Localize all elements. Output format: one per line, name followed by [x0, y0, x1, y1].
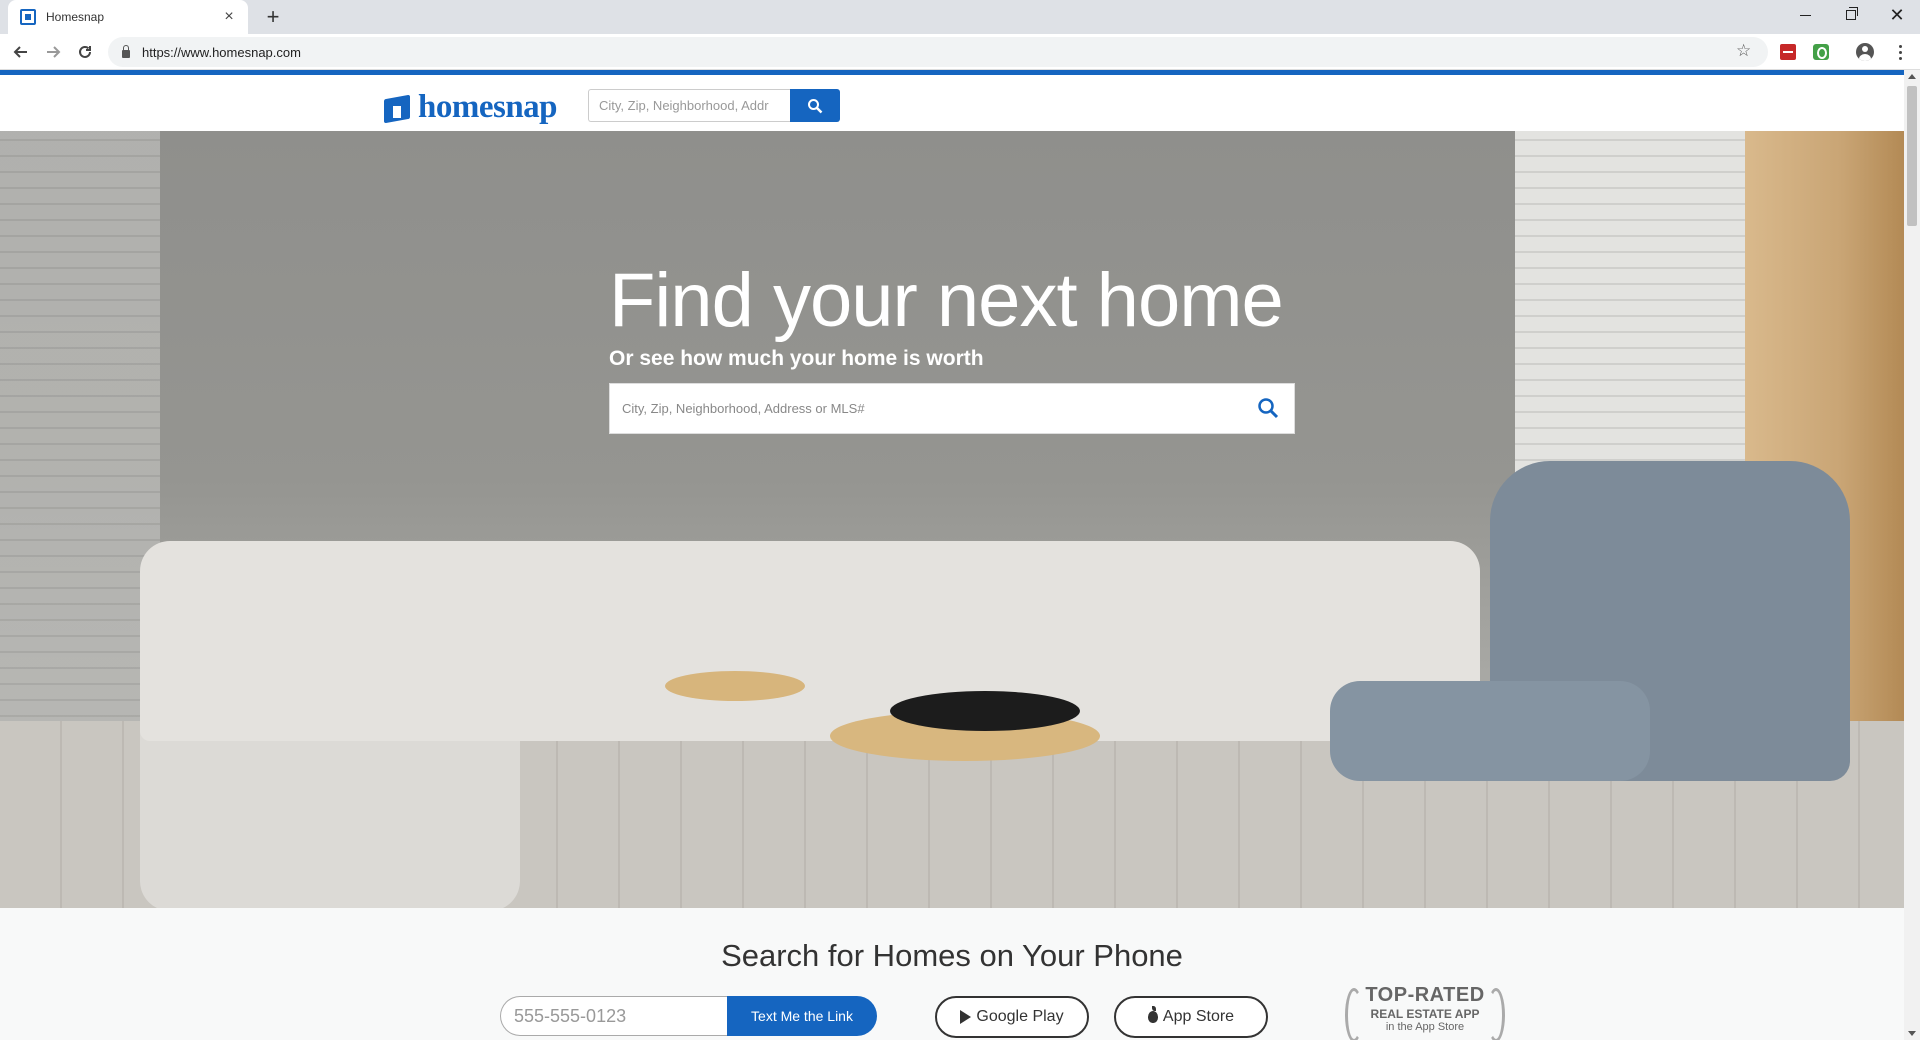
- hero-background: [890, 691, 1080, 731]
- window-minimize-button[interactable]: [1782, 0, 1828, 30]
- badge-line2: REAL ESTATE APP: [1370, 1007, 1480, 1021]
- laurel-icon: [1345, 988, 1363, 1040]
- page-scrollbar[interactable]: [1904, 70, 1920, 1040]
- profile-icon[interactable]: [1856, 43, 1874, 61]
- url-text: https://www.homesnap.com: [142, 44, 301, 60]
- hero-search: [609, 383, 1295, 434]
- hero-background: [665, 671, 805, 701]
- search-icon: [808, 98, 823, 113]
- reload-icon[interactable]: [72, 39, 98, 65]
- back-arrow-icon[interactable]: [8, 39, 34, 65]
- scroll-down-icon[interactable]: [1908, 1031, 1916, 1036]
- browser-toolbar: https://www.homesnap.com ☆: [0, 34, 1920, 70]
- window-close-button[interactable]: ✕: [1874, 0, 1920, 30]
- tab-close-icon[interactable]: ×: [220, 8, 238, 26]
- forward-arrow-icon[interactable]: [40, 39, 66, 65]
- app-section-title: Search for Homes on Your Phone: [721, 938, 1183, 973]
- lock-icon: [122, 44, 130, 58]
- header-search-input[interactable]: [588, 89, 790, 122]
- app-store-label: App Store: [1162, 1008, 1235, 1025]
- tab-strip: Homesnap × + ✕: [0, 0, 1920, 34]
- tab-title: Homesnap: [46, 10, 105, 24]
- menu-icon[interactable]: [1890, 40, 1910, 64]
- scroll-thumb[interactable]: [1907, 86, 1917, 226]
- header-search: [588, 89, 840, 122]
- google-play-label: Google Play: [976, 1008, 1064, 1025]
- new-tab-button[interactable]: +: [260, 4, 286, 30]
- homesnap-logo[interactable]: homesnap: [382, 89, 558, 126]
- page: homesnap Find your next home Or see how …: [0, 70, 1904, 1040]
- hero-background: [140, 541, 1480, 741]
- window-restore-button[interactable]: [1828, 0, 1874, 30]
- bookmark-star-icon[interactable]: ☆: [1736, 41, 1751, 61]
- hero-search-input[interactable]: [610, 384, 1230, 433]
- badge-line3: in the App Store: [1385, 1021, 1465, 1033]
- hero-content: Find your next home Or see how much your…: [609, 263, 1295, 434]
- app-download-section: Search for Homes on Your Phone Text Me t…: [0, 908, 1904, 1040]
- site-header: homesnap: [0, 70, 1904, 131]
- extension-icon[interactable]: [1813, 44, 1829, 60]
- hero-background: [0, 131, 160, 731]
- house-icon: [382, 93, 412, 123]
- hero-background: [1330, 681, 1650, 781]
- badge-line1: TOP-RATED: [1365, 984, 1485, 1006]
- tab-favicon-icon: [20, 9, 36, 25]
- address-bar[interactable]: https://www.homesnap.com: [108, 37, 1768, 67]
- header-search-button[interactable]: [790, 89, 840, 122]
- logo-text: homesnap: [418, 89, 558, 125]
- hero-subtitle: Or see how much your home is worth: [609, 347, 984, 370]
- hero-title: Find your next home: [609, 258, 1284, 343]
- hero-section: Find your next home Or see how much your…: [0, 131, 1904, 908]
- search-icon[interactable]: [1256, 396, 1280, 420]
- apple-icon: [1147, 1006, 1158, 1023]
- app-store-button[interactable]: App Store: [1114, 996, 1268, 1038]
- top-rated-badge: TOP-RATED REAL ESTATE APP in the App Sto…: [1345, 984, 1505, 1040]
- browser-tab[interactable]: Homesnap ×: [8, 0, 248, 34]
- scroll-up-icon[interactable]: [1908, 74, 1916, 79]
- text-me-link-button[interactable]: Text Me the Link: [727, 996, 877, 1036]
- phone-number-input[interactable]: [500, 996, 728, 1036]
- google-play-button[interactable]: Google Play: [935, 996, 1089, 1038]
- play-icon: [960, 1010, 972, 1024]
- extension-icon[interactable]: [1780, 44, 1796, 60]
- laurel-icon: [1487, 988, 1505, 1040]
